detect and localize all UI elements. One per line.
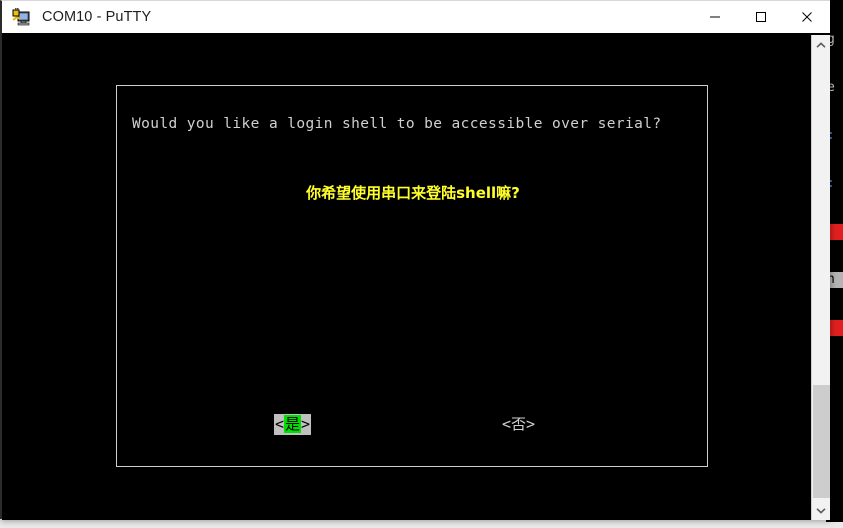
maximize-icon (756, 12, 766, 22)
window-title: COM10 - PuTTY (42, 9, 152, 25)
window-controls (692, 1, 830, 33)
close-icon (802, 12, 812, 22)
terminal-area[interactable]: Would you like a login shell to be acces… (2, 35, 830, 520)
bracket-left: < (502, 415, 512, 433)
maximize-button[interactable] (738, 1, 784, 33)
scroll-down-button[interactable] (812, 500, 830, 520)
scrollbar-thumb[interactable] (813, 385, 830, 498)
whiptail-dialog: Would you like a login shell to be acces… (116, 85, 708, 467)
minimize-icon (710, 16, 720, 18)
bracket-right: > (526, 415, 536, 433)
dialog-button-row: <是> <否> (117, 414, 709, 436)
dialog-yes-button[interactable]: <是> (274, 414, 312, 435)
putty-window[interactable]: COM10 - PuTTY Would you like a login she… (0, 0, 830, 520)
terminal-scrollbar[interactable] (811, 35, 830, 520)
desktop-background: g e : : n COM10 - PuTTY Would you like a… (0, 0, 843, 528)
minimize-button[interactable] (692, 1, 738, 33)
bracket-right: > (301, 415, 311, 433)
chevron-down-icon (816, 507, 826, 514)
dialog-question-text: Would you like a login shell to be acces… (132, 116, 662, 132)
scroll-up-button[interactable] (812, 35, 830, 55)
bracket-left: < (275, 415, 285, 433)
close-button[interactable] (784, 1, 830, 33)
dialog-no-label: 否 (511, 415, 527, 433)
putty-computer-plug-icon (12, 6, 34, 28)
dialog-yes-label: 是 (284, 415, 302, 433)
chevron-up-icon (816, 41, 826, 48)
dialog-no-button[interactable]: <否> (502, 414, 535, 435)
window-titlebar[interactable]: COM10 - PuTTY (2, 1, 830, 35)
terminal-screen[interactable]: Would you like a login shell to be acces… (2, 35, 811, 520)
dialog-question-text-chinese: 你希望使用串口来登陆shell嘛? (306, 184, 520, 202)
